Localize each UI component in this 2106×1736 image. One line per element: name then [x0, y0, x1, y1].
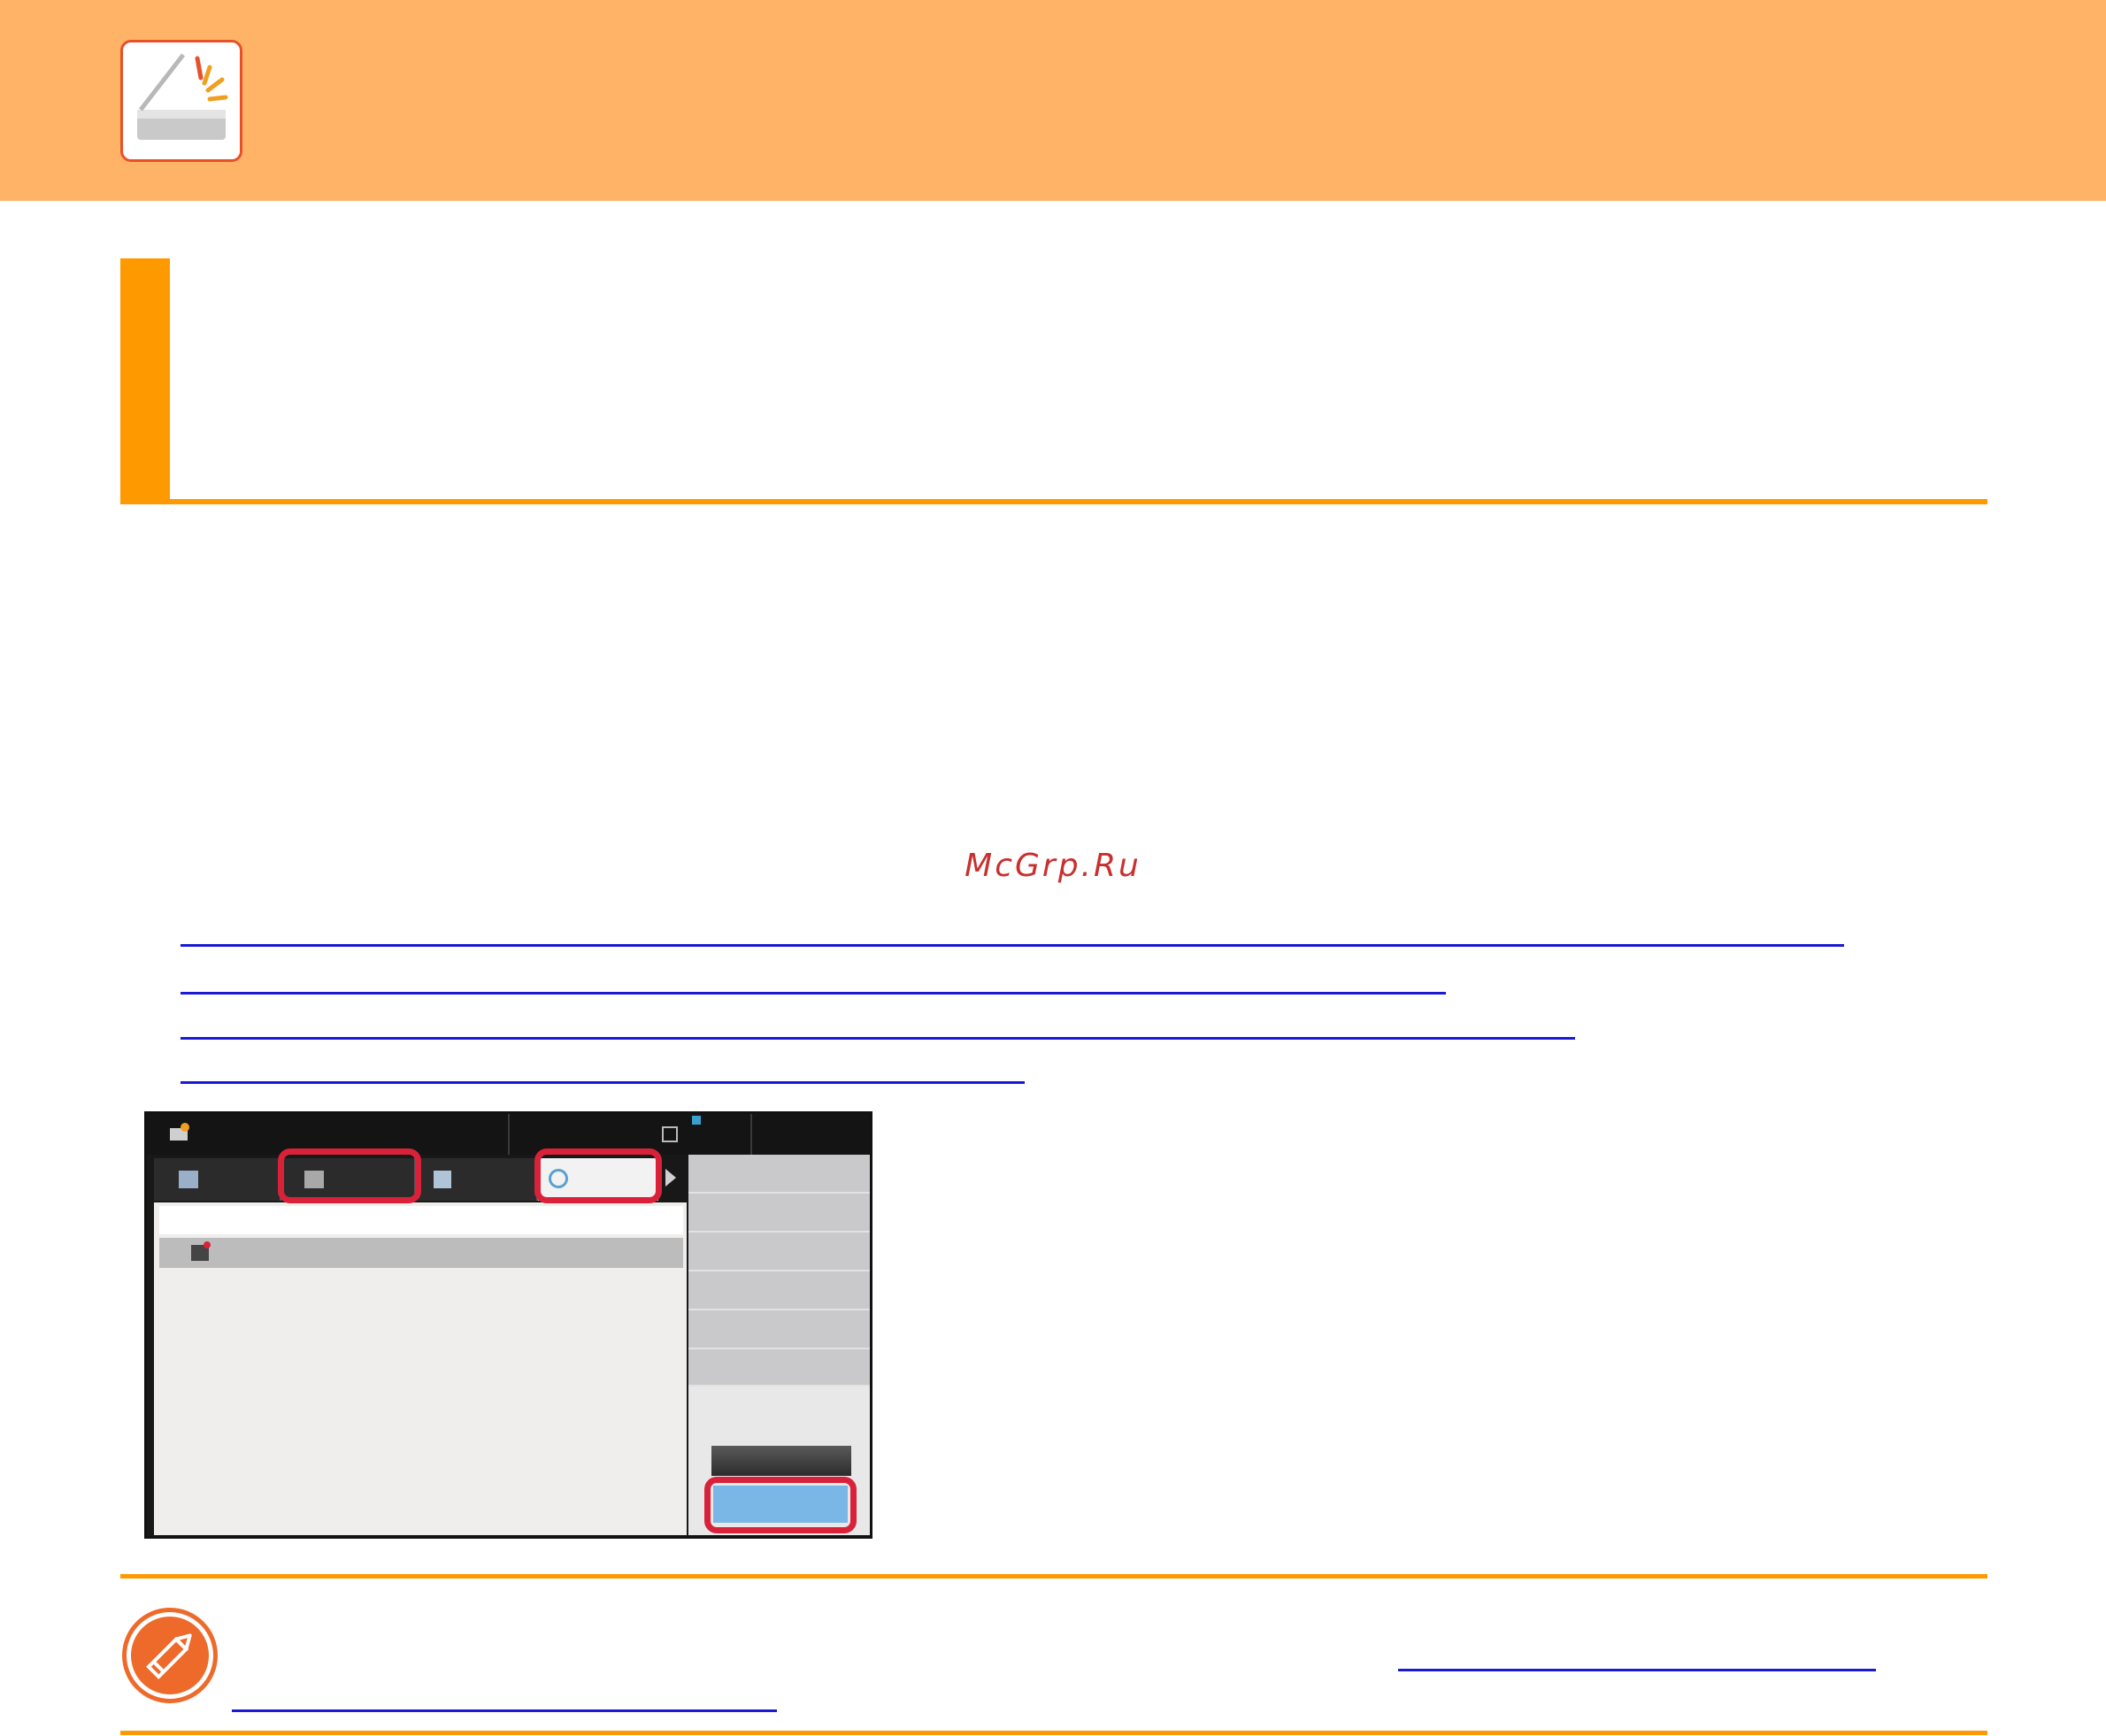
tab-address[interactable]: [154, 1158, 281, 1201]
note-link-2[interactable]: [232, 1709, 777, 1712]
indicator-icon: [692, 1116, 701, 1125]
file-icon: [434, 1171, 451, 1188]
watermark: McGrp.Ru: [965, 848, 1141, 884]
list-header-row: [159, 1206, 683, 1234]
section-heading-rule: [120, 499, 1987, 504]
note-top-rule: [120, 1574, 1987, 1579]
side-menu-item[interactable]: [688, 1155, 870, 1194]
side-menu-item[interactable]: [688, 1271, 870, 1310]
link-1[interactable]: [181, 944, 1844, 947]
network-status-icon: [662, 1126, 678, 1142]
status-divider: [508, 1114, 510, 1155]
tab-scroll-arrow-icon[interactable]: [665, 1169, 676, 1187]
note-link-1[interactable]: [1398, 1669, 1876, 1671]
device-screen: [144, 1111, 872, 1539]
badge-dot-icon: [204, 1241, 211, 1248]
note-bottom-rule: [120, 1731, 1987, 1735]
tab-file[interactable]: [416, 1158, 538, 1201]
side-menu-item[interactable]: [688, 1233, 870, 1271]
highlight-ok-button: [704, 1477, 857, 1533]
scanner-icon: [120, 40, 242, 162]
header-band: [0, 0, 2106, 201]
address-book-icon: [179, 1171, 198, 1188]
dark-action-button[interactable]: [711, 1446, 851, 1476]
side-menu-item[interactable]: [688, 1310, 870, 1349]
highlight-tab-search: [534, 1148, 662, 1203]
link-4[interactable]: [181, 1081, 1025, 1084]
link-3[interactable]: [181, 1037, 1575, 1040]
pencil-icon: [127, 1612, 213, 1699]
alert-dot-icon: [181, 1123, 189, 1132]
link-2[interactable]: [181, 992, 1446, 995]
side-menu-item[interactable]: [688, 1194, 870, 1233]
side-menu-item[interactable]: [688, 1349, 870, 1386]
section-heading-bar: [120, 258, 170, 504]
status-divider: [750, 1114, 752, 1155]
highlight-tab-copies: [278, 1148, 421, 1203]
list-item[interactable]: [159, 1238, 683, 1268]
